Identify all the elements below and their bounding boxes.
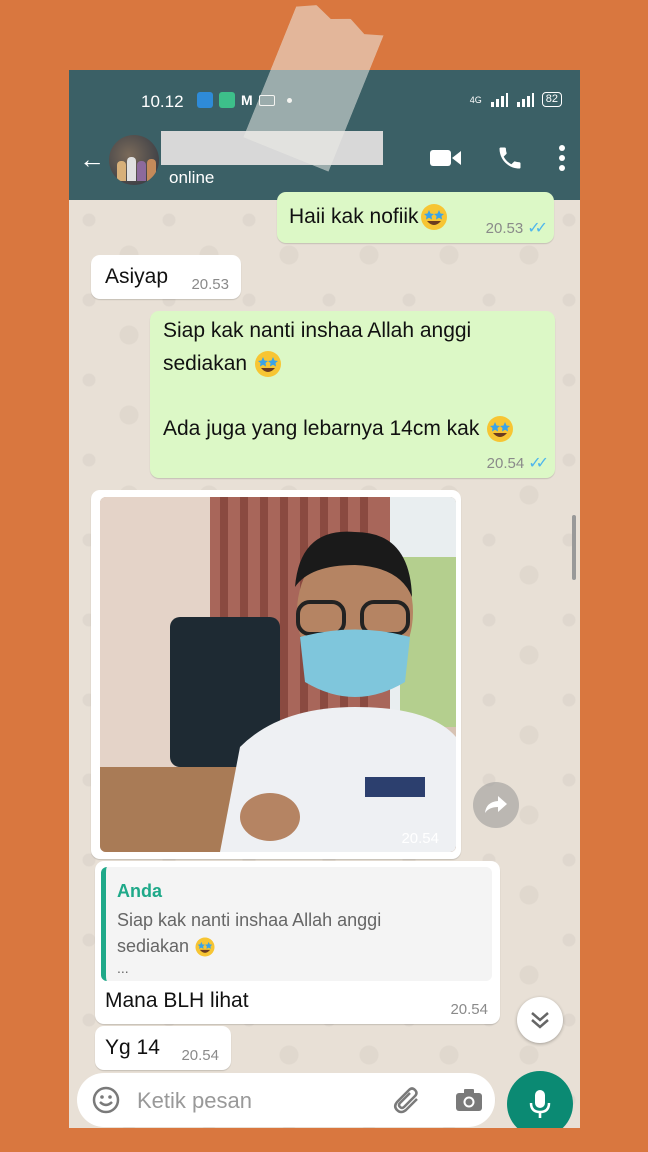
header-actions xyxy=(430,144,566,172)
read-ticks-icon: ✓✓ xyxy=(528,455,549,472)
more-options-icon[interactable] xyxy=(558,145,566,171)
message-outgoing[interactable]: Siap kak nanti inshaa Allah anggi sediak… xyxy=(150,311,555,478)
message-incoming-reply[interactable]: Anda Siap kak nanti inshaa Allah anggi s… xyxy=(95,861,500,1024)
quote-text: Siap kak nanti inshaa Allah anggi sediak… xyxy=(117,910,382,976)
message-composer: Ketik pesan xyxy=(77,1073,495,1127)
chat-area[interactable]: Haii kak nofiik 20.53 ✓✓ Asiyap 20.53 Sia… xyxy=(69,192,580,1128)
photo-attachment[interactable] xyxy=(100,497,456,852)
contact-avatar[interactable] xyxy=(109,135,159,185)
message-meta: 20.54 xyxy=(450,1001,488,1018)
back-arrow-icon[interactable]: ← xyxy=(79,144,105,175)
forward-icon xyxy=(485,796,507,813)
voice-record-button[interactable] xyxy=(507,1071,573,1128)
read-ticks-icon: ✓✓ xyxy=(527,220,548,237)
message-incoming[interactable]: Asiyap 20.53 xyxy=(91,255,241,299)
microphone-icon xyxy=(529,1090,551,1118)
message-meta: 20.53 xyxy=(191,276,229,293)
quoted-message[interactable]: Anda Siap kak nanti inshaa Allah anggi s… xyxy=(101,867,492,981)
star-struck-emoji-icon xyxy=(420,204,447,231)
status-time: 10.12 xyxy=(141,92,184,111)
network-label: 4G xyxy=(469,94,482,105)
star-struck-emoji-icon xyxy=(195,937,215,957)
message-meta: 20.53 ✓✓ xyxy=(485,220,548,237)
message-text: Mana BLH lihat xyxy=(105,989,249,1012)
signal-icon xyxy=(490,92,508,107)
star-struck-emoji-icon xyxy=(254,351,281,378)
quote-author: Anda xyxy=(117,881,162,901)
message-text: Siap kak nanti inshaa Allah anggi sediak… xyxy=(163,314,515,445)
photo-image xyxy=(100,497,456,852)
app-notification-icon xyxy=(197,92,213,108)
forward-button[interactable] xyxy=(473,782,519,828)
message-incoming[interactable]: Yg 14 20.54 xyxy=(95,1026,231,1070)
message-text: Asiyap xyxy=(105,265,169,288)
emoji-icon[interactable] xyxy=(91,1085,121,1115)
signal-icon xyxy=(516,92,534,107)
message-meta: 20.54 xyxy=(401,830,439,847)
scrollbar-thumb[interactable] xyxy=(572,515,576,580)
phone-screen: 10.12 M 4G 82 ← online Haii kak nofiik 2… xyxy=(69,70,580,1128)
message-outgoing[interactable]: Haii kak nofiik 20.53 ✓✓ xyxy=(277,192,554,243)
attachment-icon[interactable] xyxy=(393,1087,423,1115)
battery-indicator: 82 xyxy=(541,92,562,107)
video-call-icon[interactable] xyxy=(430,147,462,169)
contact-status: online xyxy=(169,168,215,187)
message-text: Yg 14 xyxy=(105,1036,160,1059)
gmail-icon: M xyxy=(241,92,253,108)
message-input[interactable]: Ketik pesan xyxy=(137,1088,252,1114)
star-struck-emoji-icon xyxy=(487,416,514,443)
double-chevron-down-icon xyxy=(531,1012,549,1029)
message-incoming-image[interactable]: 20.54 xyxy=(91,490,461,859)
scroll-to-bottom-button[interactable] xyxy=(517,997,563,1043)
voice-call-icon[interactable] xyxy=(496,144,524,172)
camera-icon[interactable] xyxy=(455,1087,483,1113)
app-notification-icon xyxy=(219,92,235,108)
message-meta: 20.54 ✓✓ xyxy=(486,455,549,472)
message-text: Haii kak nofiik xyxy=(289,200,449,233)
message-meta: 20.54 xyxy=(181,1047,219,1064)
status-right: 4G 82 xyxy=(470,92,562,107)
